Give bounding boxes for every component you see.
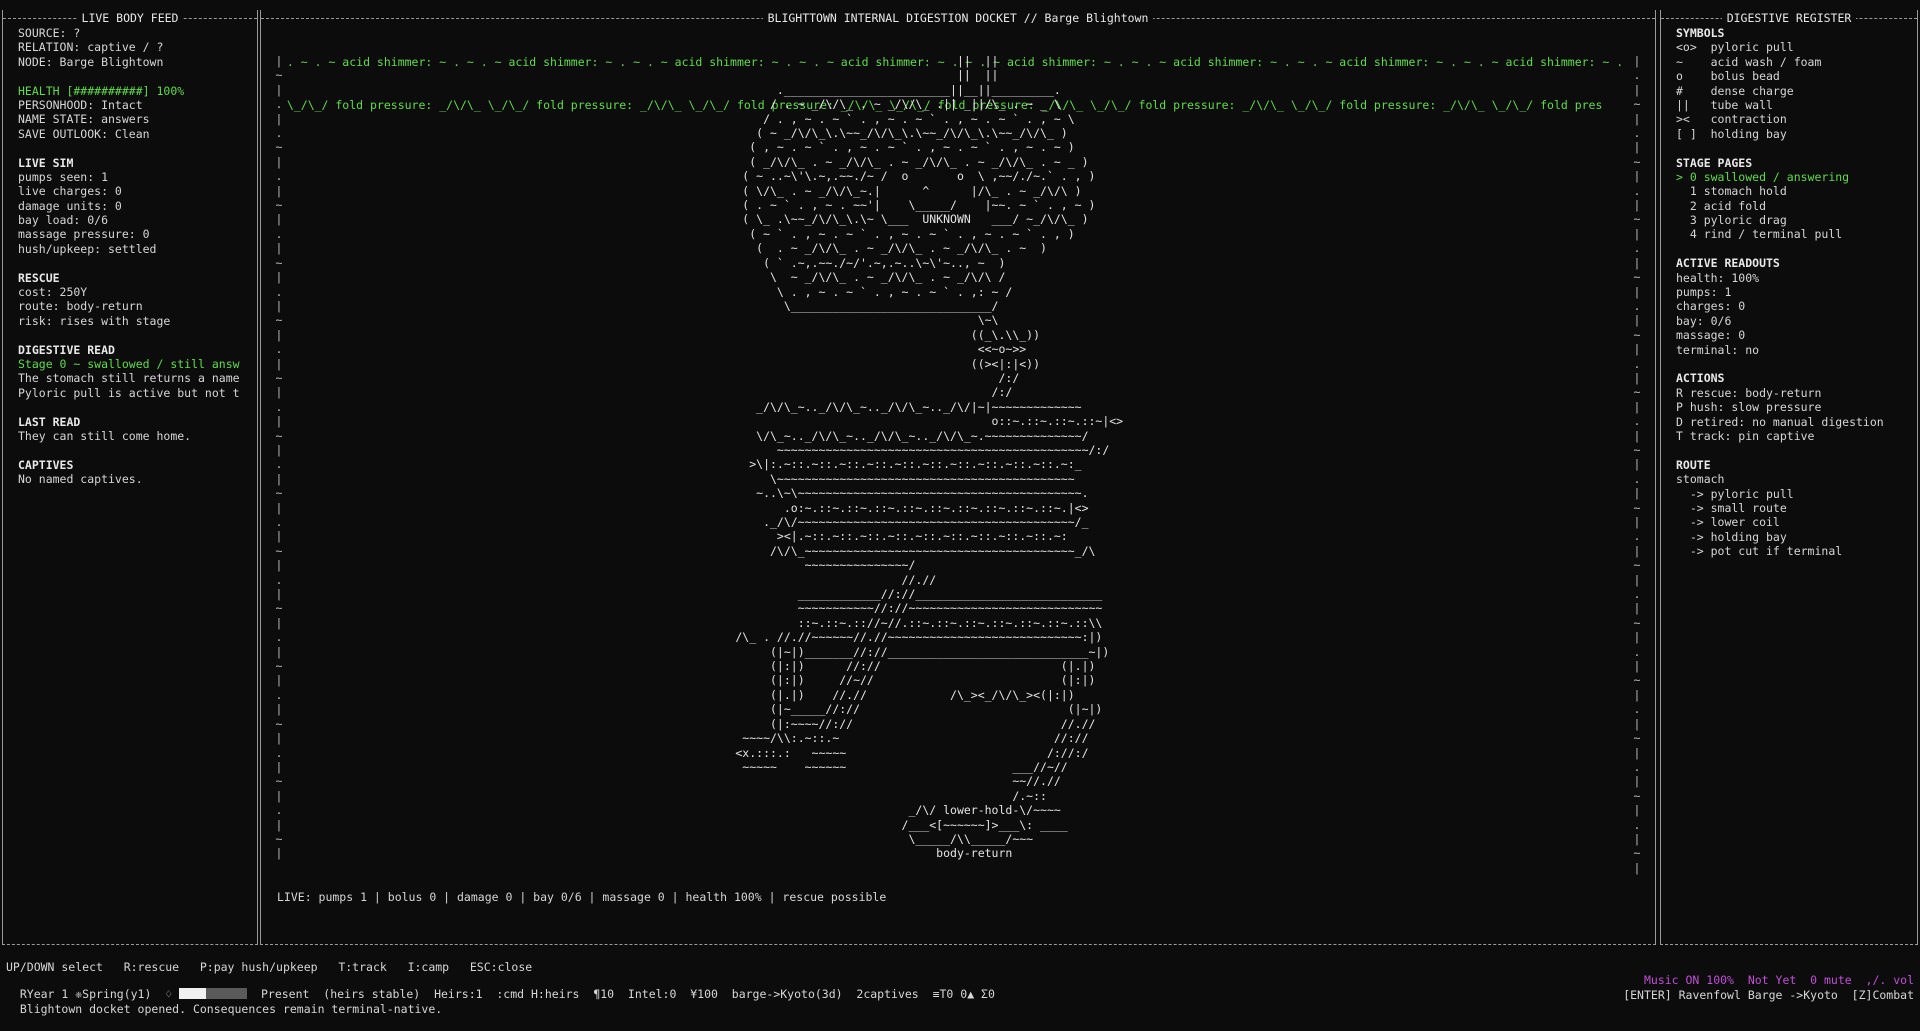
stage-page-item[interactable]: 1 stomach hold bbox=[1676, 184, 1912, 198]
source-line: SOURCE: ? bbox=[18, 26, 81, 40]
stage-page-item[interactable]: 2 acid fold bbox=[1676, 199, 1912, 213]
rescue-line: risk: rises with stage bbox=[18, 313, 171, 328]
symbol-row: o bolus bead bbox=[1676, 69, 1780, 84]
node-line: NODE: Barge Blightown bbox=[18, 54, 164, 69]
readout-line: bay: 0/6 bbox=[1676, 313, 1732, 328]
live-sim-line: hush/upkeep: settled bbox=[18, 241, 157, 256]
name-state-line: NAME STATE: answers bbox=[18, 112, 150, 127]
digestive-register-panel: DIGESTIVE REGISTER SYMBOLS <o> pyloric p… bbox=[1660, 10, 1918, 945]
digestive-read-line: The stomach still returns a name bbox=[18, 371, 240, 386]
symbols-heading: SYMBOLS bbox=[1676, 26, 1725, 40]
readout-line: massage: 0 bbox=[1676, 328, 1746, 343]
stage-page-item[interactable]: 4 rind / terminal pull bbox=[1676, 227, 1912, 241]
digestion-docket-panel: BLIGHTTOWN INTERNAL DIGESTION DOCKET // … bbox=[260, 10, 1656, 945]
action-hush[interactable]: P hush: slow pressure bbox=[1676, 400, 1912, 414]
health-line: HEALTH [##########] 100% bbox=[18, 83, 185, 98]
left-rail: | ~ | . | . ~ | . | ~ | . | ~ | . | ~ | … bbox=[275, 54, 283, 861]
route-step: -> pyloric pull bbox=[1676, 486, 1794, 501]
right-rail: | . | ~ | . | ~ | . | ~ | . | ~ | . | ~ … bbox=[1633, 54, 1641, 875]
symbol-row: <o> pyloric pull bbox=[1676, 40, 1794, 55]
live-sim-line: damage units: 0 bbox=[18, 198, 122, 213]
panel-title: DIGESTIVE REGISTER bbox=[1721, 11, 1857, 25]
captives-heading: CAPTIVES bbox=[18, 457, 74, 472]
last-read-heading: LAST READ bbox=[18, 414, 81, 429]
left-panel-content: SOURCE: ? RELATION: captive / ? NODE: Ba… bbox=[18, 26, 252, 487]
relation-line: RELATION: captive / ? bbox=[18, 40, 164, 55]
music-status[interactable]: Music ON 100% Not Yet 0 mute ,/. vol bbox=[1644, 973, 1914, 987]
log-message: Blightown docket opened. Consequences re… bbox=[19, 1002, 443, 1017]
digestive-stage-line: Stage 0 ~ swallowed / still answ bbox=[18, 356, 240, 371]
symbol-row: # dense charge bbox=[1676, 83, 1794, 98]
rescue-line: route: body-return bbox=[18, 299, 143, 314]
save-outlook-line: SAVE OUTLOOK: Clean bbox=[18, 126, 150, 141]
actions-heading: ACTIONS bbox=[1676, 371, 1725, 386]
symbol-row: || tube wall bbox=[1676, 97, 1773, 112]
live-status-line: LIVE: pumps 1 | bolus 0 | damage 0 | bay… bbox=[277, 890, 887, 904]
action-retired[interactable]: D retired: no manual digestion bbox=[1676, 415, 1912, 429]
rescue-line: cost: 250Y bbox=[18, 285, 88, 300]
captives-line: No named captives. bbox=[18, 472, 143, 487]
stage-page-active[interactable]: > 0 swallowed / answering bbox=[1676, 170, 1912, 184]
live-sim-heading: LIVE SIM bbox=[18, 155, 74, 170]
readout-line: charges: 0 bbox=[1676, 299, 1746, 314]
readout-line: health: 100% bbox=[1676, 270, 1760, 285]
route-step: -> small route bbox=[1676, 500, 1787, 515]
route-step: -> lower coil bbox=[1676, 515, 1780, 530]
active-readouts-heading: ACTIVE READOUTS bbox=[1676, 256, 1780, 271]
symbol-row: >< contraction bbox=[1676, 112, 1787, 127]
live-body-feed-panel: LIVE BODY FEED SOURCE: ? RELATION: capti… bbox=[2, 10, 258, 945]
route-step: stomach bbox=[1676, 472, 1725, 487]
digestive-read-heading: DIGESTIVE READ bbox=[18, 342, 115, 357]
personhood-line: PERSONHOOD: Intact bbox=[18, 97, 143, 112]
stage-page-item[interactable]: 3 pyloric drag bbox=[1676, 213, 1912, 227]
right-panel-content: SYMBOLS <o> pyloric pull ~ acid wash / f… bbox=[1676, 26, 1912, 558]
panel-title: LIVE BODY FEED bbox=[76, 11, 184, 25]
readout-line: pumps: 1 bbox=[1676, 285, 1732, 300]
enter-hint[interactable]: [ENTER] Ravenfowl Barge ->Kyoto [Z]Comba… bbox=[1623, 988, 1914, 1002]
route-step: -> pot cut if terminal bbox=[1676, 544, 1843, 559]
action-track[interactable]: T track: pin captive bbox=[1676, 429, 1912, 443]
stage-pages-heading: STAGE PAGES bbox=[1676, 155, 1753, 170]
symbol-row: [ ] holding bay bbox=[1676, 126, 1787, 141]
last-read-line: They can still come home. bbox=[18, 428, 192, 443]
live-sim-line: bay load: 0/6 bbox=[18, 213, 109, 228]
live-sim-line: massage pressure: 0 bbox=[18, 227, 150, 242]
rescue-heading: RESCUE bbox=[18, 270, 60, 285]
live-sim-line: pumps seen: 1 bbox=[18, 169, 109, 184]
status-bar: RYear 1 ❈Spring(y1) ♢ Present (heirs sta… bbox=[6, 973, 1914, 1001]
digestive-read-line: Pyloric pull is active but not t bbox=[18, 385, 240, 400]
action-rescue[interactable]: R rescue: body-return bbox=[1676, 386, 1912, 400]
route-heading: ROUTE bbox=[1676, 457, 1711, 472]
live-sim-line: live charges: 0 bbox=[18, 184, 122, 199]
panel-title: BLIGHTTOWN INTERNAL DIGESTION DOCKET // … bbox=[762, 11, 1154, 25]
symbol-row: ~ acid wash / foam bbox=[1676, 54, 1822, 69]
message-line: Blightown docket opened. Consequences re… bbox=[6, 988, 1914, 1016]
ascii-digestion-figure: || || || || .________________________||_… bbox=[735, 54, 1124, 861]
route-step: -> holding bay bbox=[1676, 529, 1787, 544]
readout-line: terminal: no bbox=[1676, 342, 1760, 357]
